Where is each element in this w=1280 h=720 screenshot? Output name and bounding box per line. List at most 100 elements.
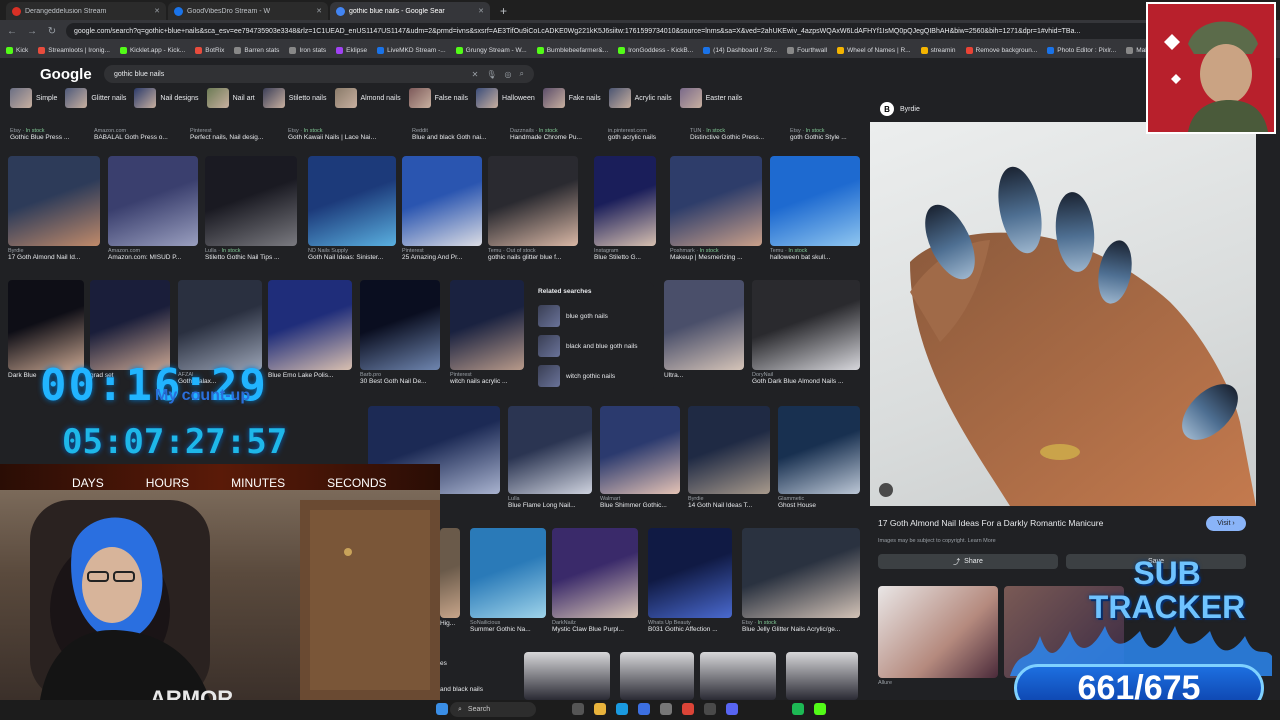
filter-chip[interactable]: Stiletto nails [262,88,327,108]
image-result[interactable]: Etsy · In stock Blue Jelly Glitter Nails … [742,528,860,633]
result-thumbnail[interactable] [670,156,762,246]
filter-chip[interactable]: Nail art [206,88,255,108]
image-result[interactable]: Instagram Blue Stiletto G... [594,156,656,261]
chrome-icon[interactable] [682,703,694,715]
result-thumbnail[interactable] [648,528,732,618]
result-thumbnail[interactable] [552,528,638,618]
image-result[interactable]: Etsy · In stock Goth Kawaii Nails | Lace … [288,126,378,141]
bookmark-item[interactable]: BotRix [195,46,224,54]
image-result[interactable]: Temu · In stock halloween bat skull... [770,156,860,261]
result-thumbnail[interactable] [508,406,592,494]
image-result[interactable]: Blue Emo Lake Polis... [268,280,352,379]
bookmark-item[interactable]: Eklipse [336,46,367,54]
result-thumbnail[interactable] [205,156,297,246]
result-thumbnail[interactable] [268,280,352,370]
bookmark-item[interactable]: LiveMKD Stream -... [377,46,446,54]
bookmark-item[interactable]: Photo Editor : Pixlr... [1047,46,1116,54]
bookmark-item[interactable]: Grungy Stream - W... [455,46,527,54]
new-tab-button[interactable]: + [492,4,515,20]
app-icon[interactable] [660,703,672,715]
bookmark-item[interactable]: streamin [920,46,956,54]
preview-title[interactable]: 17 Goth Almond Nail Ideas For a Darkly R… [878,518,1103,528]
image-result[interactable]: Lulla Blue Flame Long Nail... [508,406,592,509]
image-result[interactable]: DoryNail Goth Dark Blue Almond Nails ... [752,280,860,385]
visit-button[interactable]: Visit › [1206,516,1246,531]
image-result[interactable]: Amazon.com Amazon.com: MISUD P... [108,156,198,261]
preview-image[interactable] [870,122,1256,506]
result-thumbnail[interactable] [752,280,860,370]
result-thumbnail[interactable] [700,652,776,700]
obs-icon[interactable] [704,703,716,715]
forward-icon[interactable]: → [26,26,38,37]
browser-tab[interactable]: Derangeddelusion Stream ✕ [6,2,166,20]
image-result[interactable]: Byrdie 14 Goth Nail Ideas T... [688,406,770,509]
image-result[interactable]: Reddit Blue and black Goth nai... [412,126,502,141]
image-result[interactable]: Pinterest witch nails acrylic ... [450,280,524,385]
result-thumbnail[interactable] [308,156,396,246]
bookmark-item[interactable]: Streamloots | Ironig... [38,46,110,54]
image-result[interactable]: SoNailicious Summer Gothic Na... [470,528,546,633]
related-chip[interactable]: es [440,660,524,667]
result-thumbnail[interactable] [470,528,546,618]
close-icon[interactable]: ✕ [154,7,160,15]
related-item[interactable]: black and blue goth nails [538,331,648,361]
image-result[interactable]: Barb.pro 30 Best Goth Nail De... [360,280,440,385]
image-result[interactable]: Etsy · In stock goth Gothic Style ... [790,126,870,141]
image-result[interactable]: Amazon.com BABALAL Goth Press o... [94,126,184,141]
result-thumbnail[interactable] [402,156,482,246]
image-result[interactable]: Pinterest 25 Amazing And Pr... [402,156,482,261]
store-icon[interactable] [638,703,650,715]
image-result[interactable] [620,652,694,700]
bookmark-item[interactable]: Iron stats [289,46,326,54]
search-box[interactable]: gothic blue nails ✕ 🎙 ◎ ⌕ [104,65,534,83]
result-thumbnail[interactable] [178,280,262,370]
result-thumbnail[interactable] [360,280,440,370]
related-item[interactable]: blue goth nails [538,301,648,331]
image-result[interactable]: Walmart Blue Shimmer Gothic... [600,406,680,509]
related-chip[interactable]: and black nails [440,686,524,693]
filter-chip[interactable]: Simple [10,88,57,108]
image-result[interactable]: Dazznails · In stock Handmade Chrome Pu..… [510,126,600,141]
url-field[interactable]: google.com/search?q=gothic+blue+nails&sc… [66,23,1234,39]
bookmark-item[interactable]: Wheel of Names | R... [837,46,911,54]
file-explorer-icon[interactable] [594,703,606,715]
result-thumbnail[interactable] [8,280,84,370]
result-thumbnail[interactable] [450,280,524,370]
search-icon[interactable]: ⌕ [520,69,524,79]
browser-tab-active[interactable]: gothic blue nails - Google Sear ✕ [330,2,490,20]
result-thumbnail[interactable] [778,406,860,494]
bookmark-item[interactable]: Barren stats [234,46,279,54]
google-logo[interactable]: Google [40,66,92,83]
search-input[interactable]: gothic blue nails [114,71,464,78]
result-thumbnail[interactable] [524,652,610,700]
filter-chip[interactable]: False nails [408,88,468,108]
related-item[interactable]: witch gothic nails [538,361,648,391]
filter-chip[interactable]: Almond nails [334,88,401,108]
result-thumbnail[interactable] [770,156,860,246]
filter-chip[interactable]: Halloween [476,88,535,108]
result-thumbnail[interactable] [742,528,860,618]
result-thumbnail[interactable] [594,156,656,246]
image-result[interactable]: Etsy · In stock Gothic Blue Press ... [10,126,100,141]
image-result[interactable] [524,652,610,700]
result-thumbnail[interactable] [620,652,694,700]
result-thumbnail[interactable] [488,156,578,246]
close-icon[interactable]: ✕ [316,7,322,15]
lens-icon[interactable] [879,483,893,497]
bookmark-item[interactable]: Bumblebeefarmer&... [536,46,608,54]
taskbar-search[interactable]: ⌕ Search [450,702,536,717]
result-thumbnail[interactable] [8,156,100,246]
bookmark-item[interactable]: Kicklet.app - Kick... [119,46,185,54]
bookmark-item[interactable]: Remove backgroun... [965,46,1037,54]
close-icon[interactable]: ✕ [478,7,484,15]
result-thumbnail[interactable] [688,406,770,494]
edge-icon[interactable] [616,703,628,715]
image-result[interactable]: TUN · In stock Distinctive Gothic Press..… [690,126,780,141]
preview-source[interactable]: B Byrdie [880,102,920,116]
image-result[interactable]: Poshmark · In stock Makeup | Mesmerizing … [670,156,762,261]
filter-chip[interactable]: Glitter nails [65,88,126,108]
filter-chip[interactable]: Fake nails [542,88,601,108]
result-thumbnail[interactable] [786,652,858,700]
image-result[interactable]: Byrdie 17 Goth Almond Nail Id... [8,156,100,261]
windows-start-icon[interactable] [436,703,448,715]
